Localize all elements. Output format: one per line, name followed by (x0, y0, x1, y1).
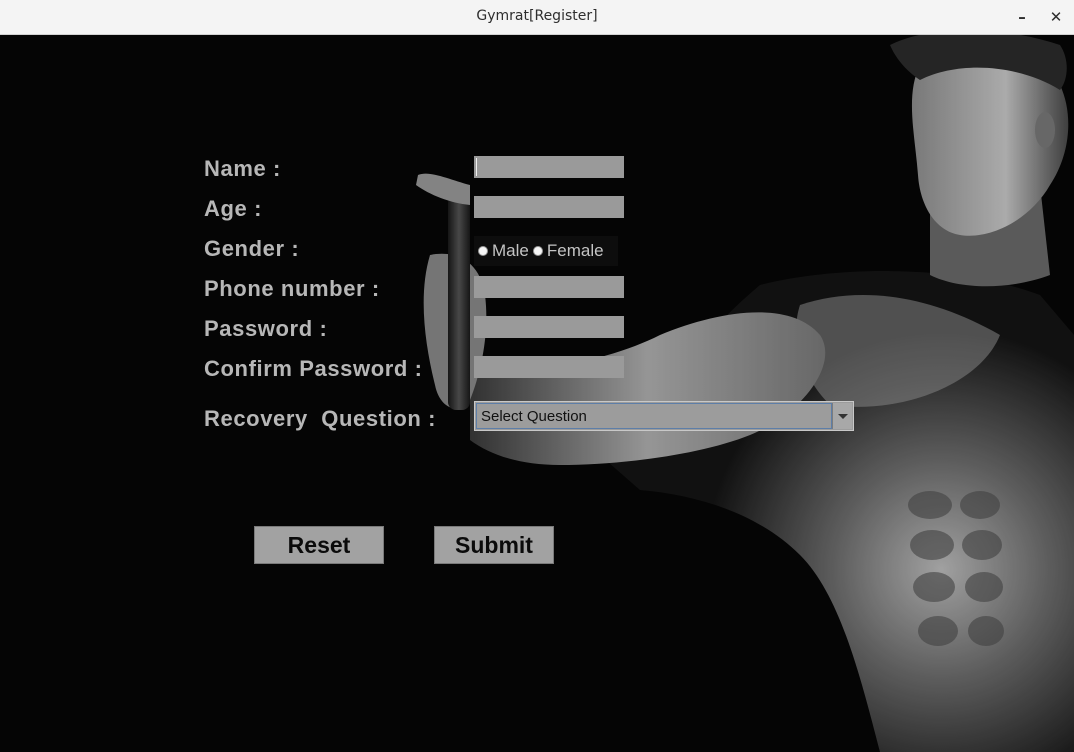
confirm-password-label: Confirm Password : (204, 356, 423, 381)
chevron-down-icon (837, 413, 848, 419)
recovery-question-value: Select Question (481, 408, 587, 425)
female-radio-label: Female (546, 241, 604, 260)
gender-label: Gender : (204, 236, 300, 261)
name-label: Name : (204, 156, 281, 181)
bodybuilder-background-image (0, 35, 1074, 752)
minimize-icon[interactable]: – (1011, 6, 1033, 28)
password-label: Password : (204, 316, 328, 341)
password-field[interactable] (474, 316, 624, 338)
male-radio[interactable] (478, 246, 488, 256)
confirm-password-field[interactable] (474, 356, 624, 378)
age-field[interactable] (474, 196, 624, 218)
male-radio-label: Male (492, 241, 529, 260)
female-radio[interactable] (532, 246, 543, 256)
close-icon[interactable]: ✕ (1045, 6, 1067, 28)
reset-button[interactable]: Reset (254, 526, 384, 564)
window-titlebar: Gymrat[Register] – ✕ (0, 0, 1074, 35)
recovery-question-label: Recovery Question : (204, 406, 437, 431)
gender-radio-group: Male Female (474, 236, 618, 266)
text-caret (476, 158, 477, 176)
phone-label: Phone number : (204, 276, 380, 301)
name-field[interactable] (474, 156, 624, 178)
register-panel: Name : Age : Gender : Phone number : Pas… (0, 35, 1074, 752)
recovery-question-select[interactable]: Select Question (474, 401, 854, 431)
gender-option-female[interactable]: Female (532, 241, 608, 261)
submit-button[interactable]: Submit (434, 526, 554, 564)
phone-field[interactable] (474, 276, 624, 298)
window-title: Gymrat[Register] (476, 8, 598, 24)
recovery-question-display[interactable]: Select Question (476, 403, 832, 429)
age-label: Age : (204, 196, 262, 221)
gender-option-male[interactable]: Male (478, 241, 533, 261)
dropdown-button[interactable] (832, 403, 852, 429)
